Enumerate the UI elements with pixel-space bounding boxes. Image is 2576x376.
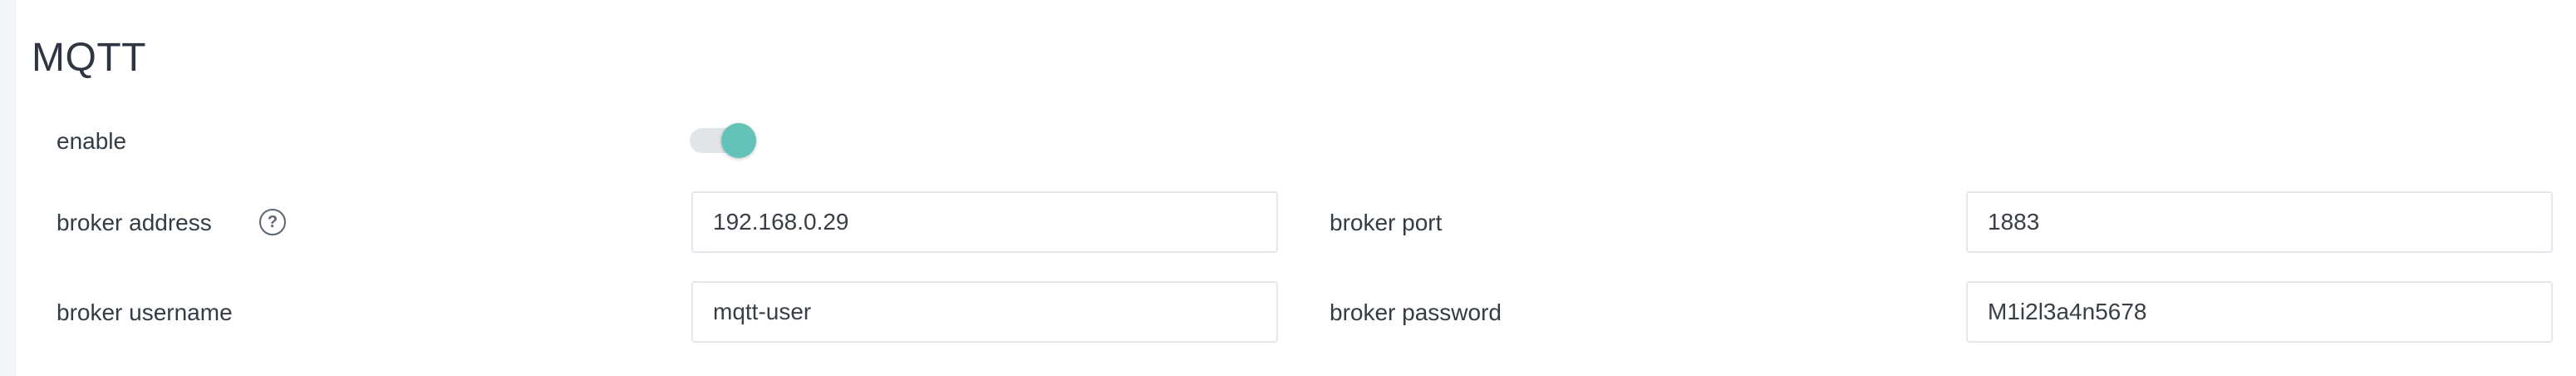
broker-address-label: broker address: [57, 210, 212, 235]
broker-address-input[interactable]: [691, 191, 1278, 253]
enable-toggle[interactable]: [690, 123, 758, 158]
toggle-thumb: [721, 123, 756, 158]
broker-port-label: broker port: [1330, 210, 1443, 235]
left-edge-strip: [0, 0, 16, 376]
mqtt-settings-page: MQTT enable broker address ? broker port…: [0, 0, 2576, 376]
broker-password-label: broker password: [1330, 299, 1502, 325]
help-icon[interactable]: ?: [259, 209, 286, 235]
broker-username-input[interactable]: [691, 281, 1278, 343]
section-title: MQTT: [32, 36, 146, 80]
enable-label: enable: [57, 128, 127, 154]
broker-password-input[interactable]: [1966, 281, 2553, 343]
broker-port-input[interactable]: [1966, 191, 2553, 253]
broker-username-label: broker username: [57, 299, 233, 325]
